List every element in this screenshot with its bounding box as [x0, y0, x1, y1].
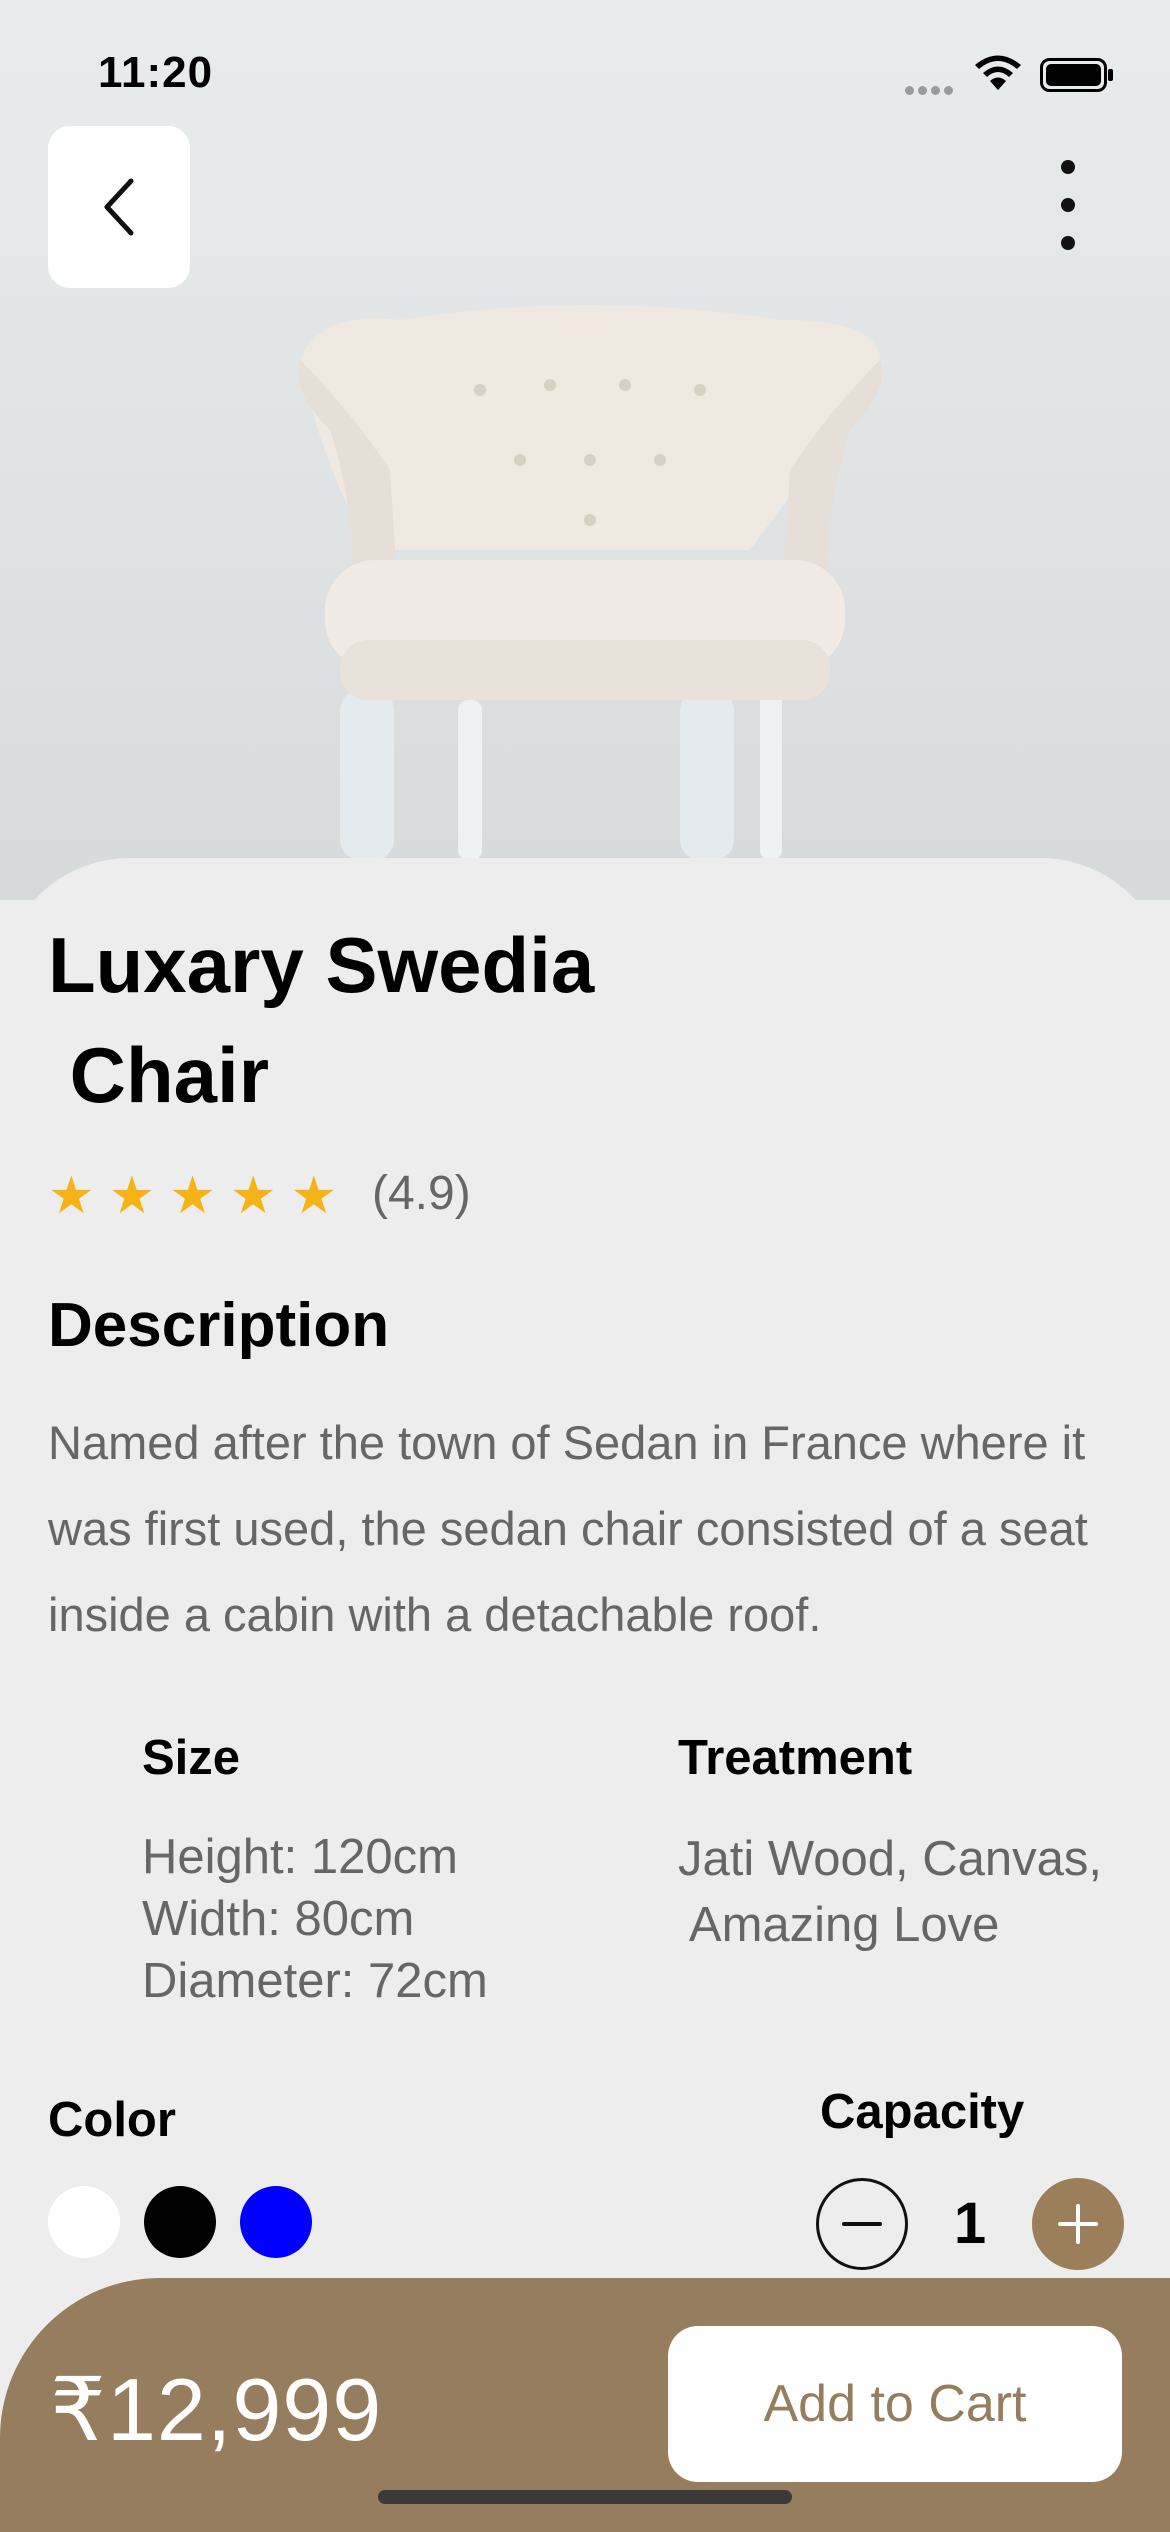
- size-heading: Size: [142, 1731, 241, 1785]
- color-swatch-blue[interactable]: [240, 2186, 312, 2258]
- status-bar: 11:20: [0, 0, 1170, 140]
- size-details: Height: 120cm Width: 80cm Diameter: 72cm: [142, 1826, 488, 2012]
- cellular-signal-icon: [905, 82, 957, 100]
- increase-quantity-button[interactable]: [1032, 2178, 1124, 2270]
- home-indicator: [378, 2490, 792, 2504]
- rating-value: (4.9): [372, 1167, 471, 1220]
- description-text: Named after the town of Sedan in France …: [48, 1416, 1088, 1641]
- star-icon: ★: [108, 1167, 156, 1225]
- decrease-quantity-button[interactable]: [816, 2178, 908, 2270]
- treatment-text: Jati Wood, Canvas, Amazing Love: [678, 1832, 1102, 1952]
- add-to-cart-button[interactable]: Add to Cart: [668, 2326, 1122, 2482]
- treatment-heading: Treatment: [678, 1731, 913, 1785]
- chair-image: [298, 305, 882, 860]
- more-options-button[interactable]: [1040, 160, 1096, 250]
- quantity-value: 1: [953, 2191, 987, 2256]
- rating-stars: ★ ★ ★ ★ ★: [48, 1168, 337, 1224]
- star-icon: ★: [229, 1167, 277, 1225]
- color-swatch-black[interactable]: [144, 2186, 216, 2258]
- star-icon: ★: [48, 1167, 95, 1225]
- size-height: Height: 120cm: [142, 1830, 458, 1884]
- color-heading: Color: [48, 2093, 176, 2147]
- price: ₹12,999: [50, 2360, 383, 2459]
- plus-icon: [1058, 2204, 1098, 2244]
- back-button[interactable]: [48, 126, 190, 288]
- size-diameter: Diameter: 72cm: [142, 1954, 488, 2008]
- capacity-heading: Capacity: [820, 2085, 1025, 2139]
- status-time: 11:20: [98, 48, 214, 97]
- description-heading: Description: [48, 1291, 390, 1360]
- battery-icon: [1040, 58, 1113, 92]
- color-swatch-white[interactable]: [48, 2186, 120, 2258]
- size-width: Width: 80cm: [142, 1892, 415, 1946]
- color-swatches: [48, 2186, 312, 2258]
- star-icon: ★: [169, 1167, 216, 1225]
- wifi-icon: [975, 55, 1021, 90]
- back-chevron-icon: [104, 178, 134, 236]
- star-icon: ★: [290, 1167, 338, 1225]
- more-vertical-icon: [1061, 160, 1075, 174]
- minus-icon: [842, 2222, 882, 2226]
- product-title: Luxary Swedia Chair: [48, 921, 595, 1119]
